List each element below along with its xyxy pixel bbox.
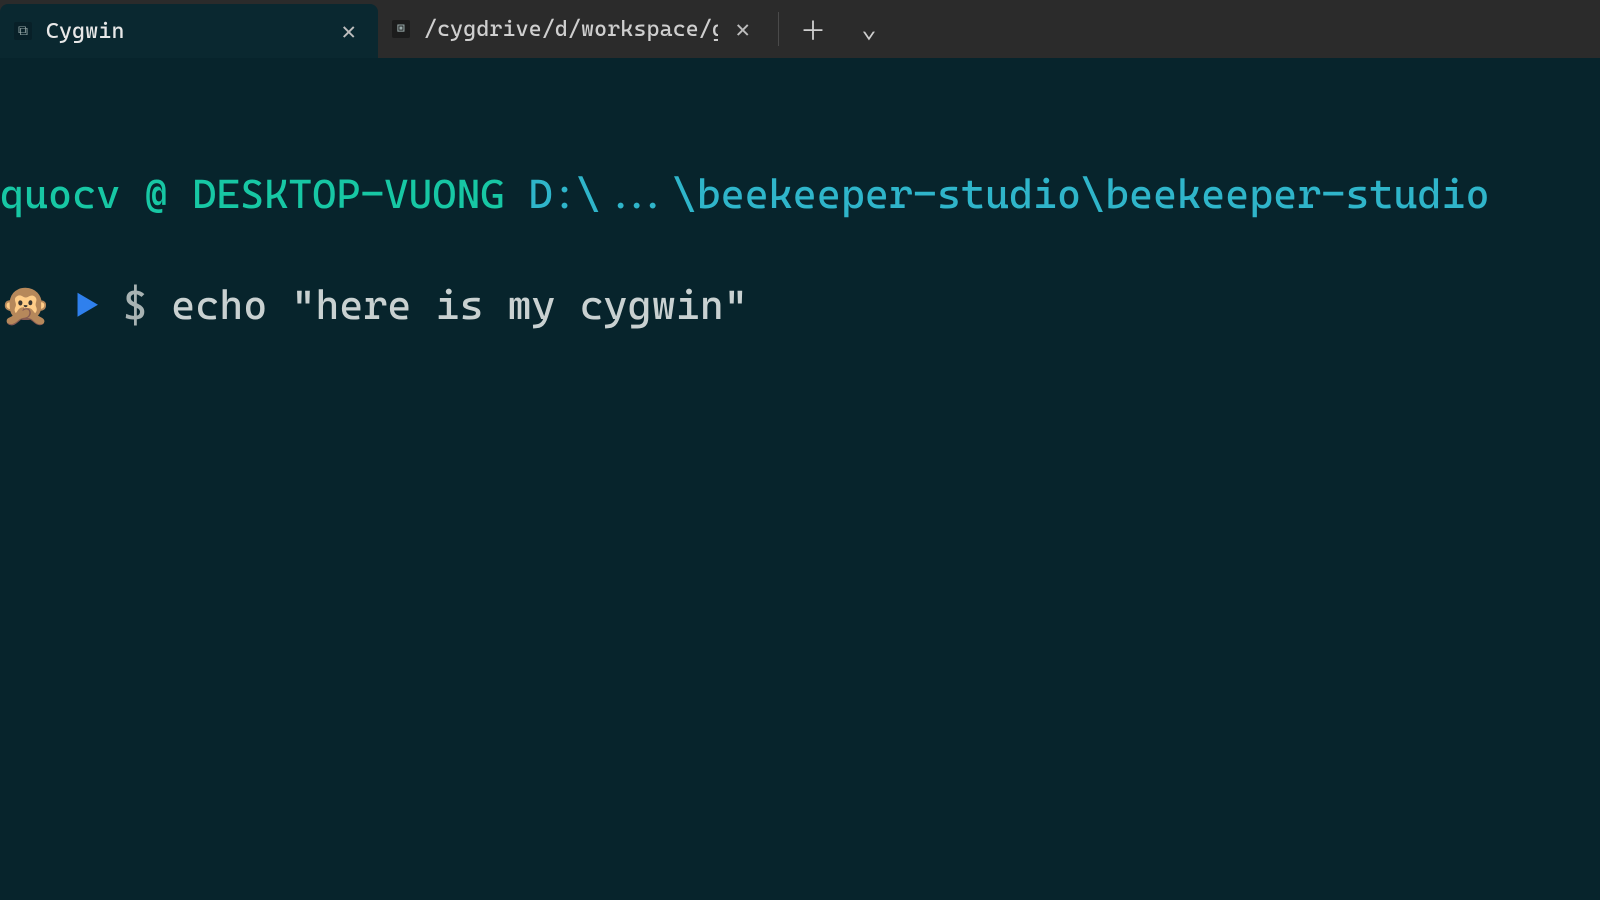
tab-title: Cygwin bbox=[46, 19, 324, 44]
close-icon[interactable]: ✕ bbox=[732, 13, 754, 45]
prompt-arrow-icon: ▶ bbox=[75, 281, 99, 329]
tab-dropdown-button[interactable]: ⌄ bbox=[841, 0, 897, 58]
close-icon[interactable]: ✕ bbox=[338, 15, 360, 47]
prompt-emoji: 🙊 bbox=[0, 282, 51, 330]
tab-divider bbox=[778, 12, 779, 46]
tab-cygwin[interactable]: ⧉ Cygwin ✕ bbox=[0, 4, 378, 58]
prompt-dollar: $ bbox=[123, 281, 147, 329]
prompt-line-2: 🙊 ▶ $ echo "here is my cygwin" bbox=[0, 278, 1600, 334]
new-tab-button[interactable]: ＋ bbox=[785, 0, 841, 58]
tab-title: /cygdrive/d/workspace/github.c bbox=[424, 17, 718, 42]
tab-cygdrive[interactable]: ▣ /cygdrive/d/workspace/github.c ✕ bbox=[378, 0, 772, 58]
terminal-icon: ▣ bbox=[392, 20, 410, 38]
prompt-line-1: quocv @ DESKTOP-VUONG D:\...\beekeeper-s… bbox=[0, 167, 1600, 222]
terminal-icon: ⧉ bbox=[14, 22, 32, 40]
prompt-user-host: quocv @ DESKTOP-VUONG bbox=[0, 170, 505, 218]
prompt-command: echo "here is my cygwin" bbox=[171, 281, 748, 329]
prompt-path: D:\...\beekeeper-studio\beekeeper-studio bbox=[529, 170, 1490, 218]
terminal-viewport[interactable]: quocv @ DESKTOP-VUONG D:\...\beekeeper-s… bbox=[0, 58, 1600, 900]
tab-bar: ⧉ Cygwin ✕ ▣ /cygdrive/d/workspace/githu… bbox=[0, 0, 1600, 58]
